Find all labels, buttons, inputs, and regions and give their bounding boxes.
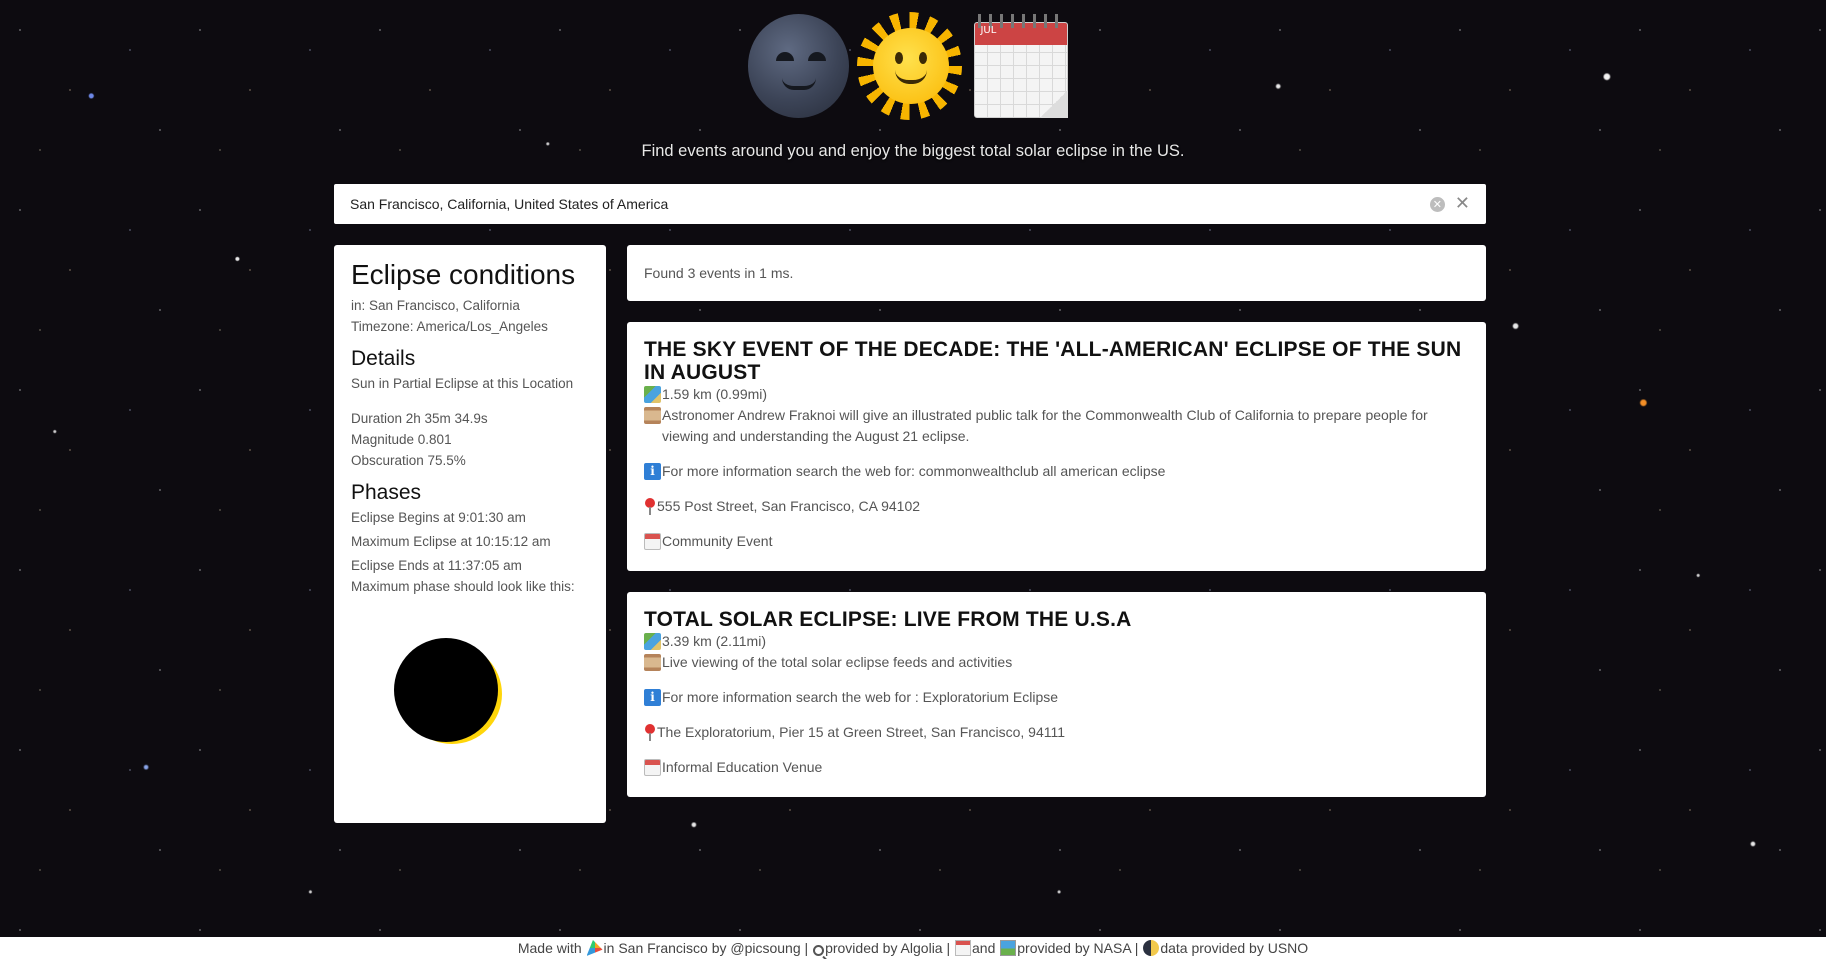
- event-distance: 3.39 km (2.11mi): [662, 633, 766, 649]
- event-type: Community Event: [662, 533, 773, 549]
- footer-separator: |: [800, 940, 813, 956]
- event-title[interactable]: THE SKY EVENT OF THE DECADE: THE 'ALL-AM…: [644, 338, 1469, 384]
- conditions-location: in: San Francisco, California: [351, 298, 520, 313]
- header-emojis: JUL: [748, 12, 1069, 122]
- footer-separator: |: [942, 940, 955, 956]
- max-phase-label: Maximum phase should look like this:: [351, 579, 575, 594]
- info-icon: i: [644, 463, 661, 480]
- info-icon: i: [644, 689, 661, 706]
- tagline: Find events around you and enjoy the big…: [641, 142, 1185, 160]
- sun-face-icon: [857, 12, 963, 120]
- event-address: 555 Post Street, San Francisco, CA 94102: [657, 498, 921, 514]
- event-card[interactable]: TOTAL SOLAR ECLIPSE: LIVE FROM THE U.S.A…: [627, 592, 1486, 797]
- event-info: For more information search the web for:…: [662, 463, 1166, 479]
- event-info: For more information search the web for …: [662, 689, 1059, 705]
- eclipse-magnitude: Magnitude 0.801: [351, 432, 452, 447]
- conditions-title: Eclipse conditions: [351, 259, 576, 290]
- conditions-timezone: Timezone: America/Los_Angeles: [351, 319, 548, 334]
- phase-maximum: Maximum Eclipse at 10:15:12 am: [351, 534, 551, 549]
- footer: Made with in San Francisco by @picsoung …: [0, 937, 1826, 959]
- eclipse-max-phase-illustration: [378, 630, 518, 760]
- footer-author-link[interactable]: @picsoung: [730, 940, 800, 956]
- calendar-icon: [955, 940, 972, 956]
- moon-icon: [1143, 940, 1160, 956]
- eclipse-type: Sun in Partial Eclipse at this Location: [351, 376, 574, 391]
- event-type: Informal Education Venue: [662, 759, 823, 775]
- footer-algolia[interactable]: provided by Algolia: [825, 940, 943, 956]
- location-search-bar: ✕ ✕: [334, 184, 1486, 224]
- event-distance: 1.59 km (0.99mi): [662, 386, 768, 402]
- footer-separator: |: [1130, 940, 1143, 956]
- scroll-icon: [644, 407, 661, 424]
- eclipse-duration: Duration 2h 35m 34.9s: [351, 411, 488, 426]
- world-map-icon: [644, 633, 661, 650]
- eclipse-obscuration: Obscuration 75.5%: [351, 453, 466, 468]
- phase-begins: Eclipse Begins at 9:01:30 am: [351, 510, 526, 525]
- new-moon-face-icon: [748, 14, 850, 118]
- pin-icon: [644, 498, 656, 515]
- eclipse-conditions-panel: Eclipse conditions in: San Francisco, Ca…: [334, 245, 606, 823]
- footer-usno[interactable]: data provided by USNO: [1160, 940, 1308, 956]
- location-search-input[interactable]: [350, 196, 1430, 212]
- footer-made-with: Made with: [517, 940, 582, 956]
- event-title[interactable]: TOTAL SOLAR ECLIPSE: LIVE FROM THE U.S.A: [644, 608, 1469, 631]
- footer-nasa[interactable]: provided by NASA: [1017, 940, 1131, 956]
- phases-heading: Phases: [351, 481, 422, 504]
- event-description: Live viewing of the total solar eclipse …: [662, 654, 1013, 670]
- calendar-icon: [644, 759, 661, 776]
- framed-picture-icon: [1000, 940, 1017, 956]
- scroll-icon: [644, 654, 661, 671]
- event-description: Astronomer Andrew Fraknoi will give an i…: [662, 407, 1428, 444]
- calendar-month-label: JUL: [980, 25, 997, 36]
- calendar-icon: [644, 533, 661, 550]
- event-address: The Exploratorium, Pier 15 at Green Stre…: [657, 724, 1066, 740]
- footer-and: and: [972, 940, 996, 956]
- eclipse-moon-disc: [394, 638, 498, 742]
- circle-x-icon[interactable]: ✕: [1429, 196, 1445, 212]
- event-card[interactable]: THE SKY EVENT OF THE DECADE: THE 'ALL-AM…: [627, 322, 1486, 571]
- calendar-icon: JUL: [974, 12, 1069, 120]
- party-popper-icon: [586, 940, 603, 956]
- results-summary: Found 3 events in 1 ms.: [627, 245, 1486, 301]
- close-icon[interactable]: ✕: [1455, 195, 1470, 213]
- phase-ends: Eclipse Ends at 11:37:05 am: [351, 558, 522, 573]
- footer-in-sf: in San Francisco by: [603, 940, 727, 956]
- magnifier-icon: [813, 945, 825, 956]
- pin-icon: [644, 724, 656, 741]
- world-map-icon: [644, 386, 661, 403]
- details-heading: Details: [351, 347, 416, 370]
